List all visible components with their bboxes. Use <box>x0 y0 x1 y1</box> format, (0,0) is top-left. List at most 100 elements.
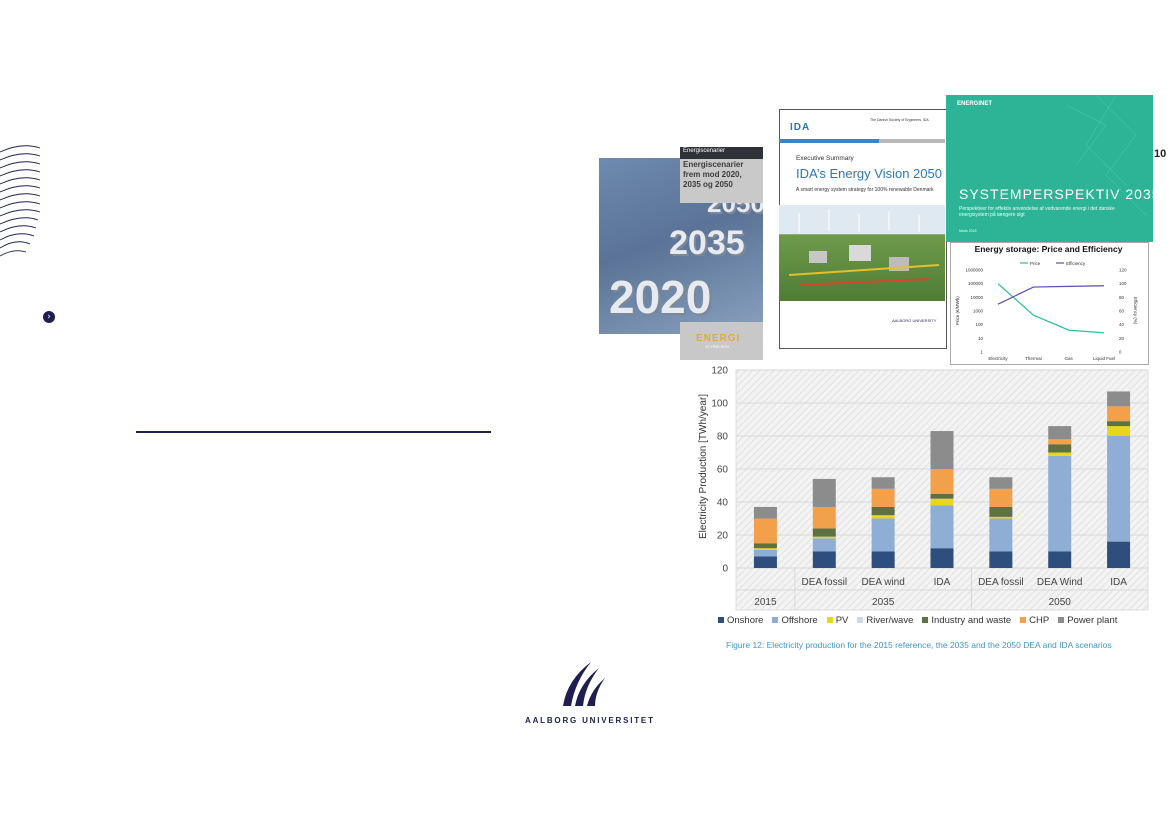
slide-number: 10 <box>1154 148 1167 160</box>
bar-segment <box>871 488 895 507</box>
bar-segment <box>871 477 895 489</box>
energinet-logo: ENERGINET <box>957 101 993 107</box>
legend-label: Industry and waste <box>931 615 1012 626</box>
bar-segment <box>871 515 895 519</box>
storage-left-tick: 10 <box>978 336 984 341</box>
legend-item: PV <box>826 615 849 626</box>
x-tick-label: IDA <box>1110 577 1127 588</box>
storage-right-tick: 40 <box>1119 322 1125 327</box>
legend-item: CHP <box>1020 615 1049 626</box>
storage-right-tick: 0 <box>1119 350 1122 355</box>
storage-right-tick: 120 <box>1119 268 1127 273</box>
x-tick-label: DEA Wind <box>1037 577 1083 588</box>
storage-chart-title: Energy storage: Price and Efficiency <box>974 244 1123 254</box>
y-tick-label: 0 <box>722 564 728 575</box>
systemperspektiv-date: Marts 2018 <box>959 229 977 233</box>
bar-segment <box>989 488 1013 507</box>
ida-title: IDA’s Energy Vision 2050 <box>796 166 942 181</box>
y-tick-label: 120 <box>711 366 728 377</box>
bar-segment <box>1048 455 1072 552</box>
bar-segment <box>1107 421 1131 427</box>
energistyrelsen-logo: ENERGI <box>696 333 741 344</box>
storage-right-tick: 60 <box>1119 309 1125 314</box>
storage-right-axis-label: Efficiency (%) <box>1133 297 1138 325</box>
bar-segment <box>989 506 1013 517</box>
energistyrelsen-logo-sub: STYRELSEN <box>705 344 729 349</box>
ida-grey-bar <box>879 139 945 143</box>
legend-swatch <box>772 617 779 624</box>
chart-caption: Figure 12: Electricity production for th… <box>726 640 1112 650</box>
legend-label: Onshore <box>727 615 764 626</box>
bar-segment <box>812 538 836 552</box>
storage-x-tick: Electricity <box>988 356 1008 361</box>
bar-segment <box>753 556 777 568</box>
bar-segment <box>1048 439 1072 445</box>
group-label: 2050 <box>1049 597 1072 608</box>
legend-label: Power plant <box>1067 615 1118 626</box>
systemperspektiv-cover <box>946 95 1153 242</box>
group-label: 2035 <box>872 597 895 608</box>
x-tick-label: DEA fossil <box>978 577 1024 588</box>
storage-left-tick: 1 <box>980 350 983 355</box>
bar-segment <box>930 498 954 506</box>
bar-segment <box>753 506 777 519</box>
bar-segment <box>812 506 836 529</box>
bar-segment <box>871 551 895 568</box>
bar-segment <box>1048 444 1072 453</box>
storage-left-tick: 10000 <box>970 295 983 300</box>
storage-left-axis-label: Price (€/MWh) <box>955 296 960 325</box>
ida-logo: IDA <box>790 122 811 133</box>
storage-legend-label: Price <box>1030 261 1041 266</box>
storage-x-tick: Liquid Fuel <box>1093 356 1115 361</box>
systemperspektiv-subtitle: Perspektiver for effektiv anvendelse af … <box>959 206 1115 218</box>
chart-legend: Onshore Offshore PV River/wave Industry and … <box>718 615 1126 626</box>
bar-segment <box>1107 391 1131 407</box>
decorative-wave-lines <box>0 145 41 257</box>
storage-x-tick: Gas <box>1065 356 1074 361</box>
bar-segment <box>812 528 836 537</box>
bar-segment <box>989 551 1013 568</box>
bar-segment <box>1048 551 1072 568</box>
price-line <box>997 283 1105 334</box>
bar-segment <box>930 469 954 494</box>
legend-swatch <box>1058 617 1065 624</box>
electricity-production-chart: 0 20 40 60 80 100 120 Electricity Production [T… <box>698 366 1149 611</box>
legend-swatch <box>1020 617 1027 624</box>
group-label: 2015 <box>754 597 777 608</box>
storage-right-tick: 100 <box>1119 281 1127 286</box>
storage-left-tick: 1000 <box>973 309 984 314</box>
chevron-right-icon: › <box>43 311 55 323</box>
legend-label: Offshore <box>781 615 818 626</box>
ida-publisher-text: The Danish Society of Engineers, IDA <box>870 118 929 122</box>
legend-swatch <box>857 617 864 624</box>
bar-segment <box>989 477 1013 489</box>
legend-item: Offshore <box>772 615 818 626</box>
storage-left-tick: 1000000 <box>965 268 983 273</box>
y-axis-label: Electricity Production [TWh/year] <box>698 394 709 539</box>
bar-segment <box>1048 452 1072 456</box>
bar-segment <box>989 518 1013 552</box>
bar-segment <box>1048 426 1072 440</box>
legend-label: River/wave <box>866 615 914 626</box>
bar-segment <box>930 431 954 469</box>
bar-segment <box>1107 426 1131 436</box>
bar-segment <box>753 548 777 550</box>
storage-legend-label: Efficiency <box>1066 261 1086 266</box>
divider-line <box>136 431 491 433</box>
bar-segment <box>871 506 895 516</box>
year-2020: 2020 <box>609 271 712 323</box>
aau-mark-small: AALBORG UNIVERSITY <box>892 318 937 323</box>
ida-subtitle: A smart energy system strategy for 100% … <box>796 187 934 193</box>
efficiency-line <box>997 285 1105 305</box>
systemperspektiv-title: SYSTEMPERSPEKTIV 2035 <box>959 186 1161 202</box>
bar-segment <box>989 516 1013 519</box>
bar-segment <box>753 549 777 557</box>
energiscenarier-title: Energiscenarier frem mod 2020, 2035 og 2… <box>683 160 744 189</box>
x-tick-label: DEA fossil <box>801 577 847 588</box>
y-tick-label: 20 <box>717 531 729 542</box>
bar-segment <box>1107 541 1131 568</box>
legend-label: PV <box>835 615 849 626</box>
legend-item: Power plant <box>1058 615 1117 626</box>
bar-segment <box>930 505 954 549</box>
y-tick-label: 60 <box>717 465 729 476</box>
